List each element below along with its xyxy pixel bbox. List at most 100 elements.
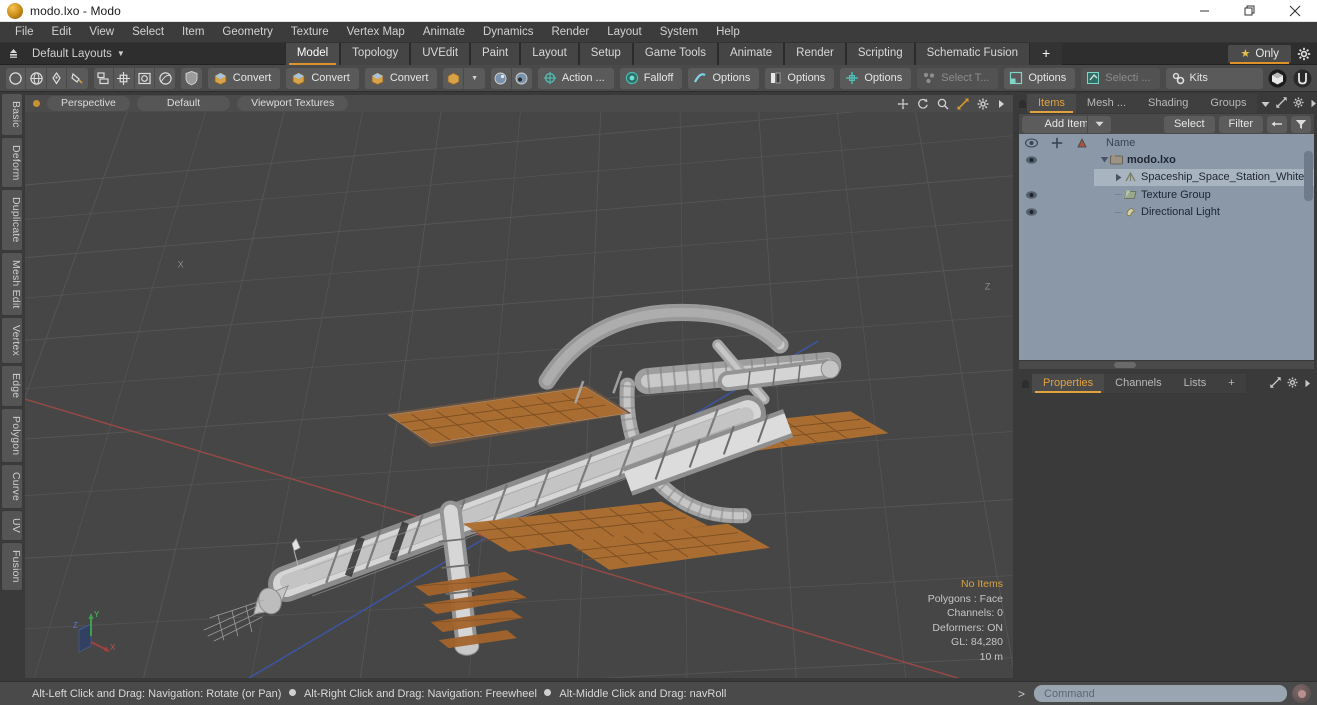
menu-select[interactable]: Select [123,22,173,43]
pan-icon[interactable] [897,98,909,110]
convert-button-2[interactable]: Convert [286,67,359,89]
chevron-down-icon[interactable]: ▼ [464,75,485,82]
tab-mesh[interactable]: Mesh ... [1075,94,1138,113]
selection-set-button[interactable]: Selecti ... [1081,67,1160,89]
menu-layout[interactable]: Layout [598,22,651,43]
panel-collapse-arrow[interactable] [1018,94,1027,113]
vtab-uv[interactable]: UV [2,511,22,541]
items-horizontal-scrollbar[interactable] [1018,361,1315,370]
tab-properties[interactable]: Properties [1032,374,1105,393]
expand-icon[interactable] [1270,375,1281,393]
add-item-button[interactable]: Add Item [1022,115,1111,133]
add-tab-button[interactable]: + [1030,42,1063,65]
chevron-down-icon[interactable] [1261,95,1270,113]
pen-tool-icon[interactable] [47,67,68,89]
funnel-icon[interactable] [1291,115,1311,133]
kits-button[interactable]: Kits [1165,67,1263,89]
menu-geometry[interactable]: Geometry [213,22,282,43]
shield-icon[interactable] [181,68,201,89]
circle-primitive-icon[interactable] [6,67,27,89]
chevron-right-icon[interactable] [1304,375,1311,393]
expand-triangle-icon[interactable] [1112,173,1124,182]
tab-uvedit[interactable]: UVEdit [410,42,471,65]
convert-button-3[interactable]: Convert [364,67,438,89]
chevron-down-icon[interactable] [1087,115,1111,133]
snapping-options-button[interactable]: Options [840,67,912,89]
items-vertical-scrollbar[interactable] [1304,151,1313,201]
tab-lists[interactable]: Lists [1172,374,1218,393]
select-through-button[interactable]: Select T... [917,67,999,89]
export-layout-icon[interactable] [0,43,26,65]
vtab-curve[interactable]: Curve [2,465,22,509]
vtab-basic[interactable]: Basic [2,94,22,135]
expand-triangle-icon[interactable] [1098,155,1110,164]
rotate-icon[interactable] [917,98,929,110]
center-transform-icon[interactable] [114,67,135,89]
tab-setup[interactable]: Setup [578,42,633,65]
eye-icon[interactable] [1019,190,1044,200]
tab-paint[interactable]: Paint [470,42,521,65]
smooth-icon[interactable] [155,68,175,89]
fit-icon[interactable] [957,98,969,110]
list-item[interactable]: modo.lxo [1094,151,1314,169]
panel-collapse-arrow[interactable] [1018,374,1032,393]
menu-file[interactable]: File [6,22,43,43]
list-view-icon[interactable] [1267,115,1287,133]
properties-body[interactable] [1018,393,1315,679]
falloff-button[interactable]: Falloff [619,67,683,89]
tab-topology[interactable]: Topology [340,42,411,65]
menu-vertex-map[interactable]: Vertex Map [338,22,414,43]
gear-icon[interactable] [1293,95,1304,113]
chevron-right-icon[interactable] [997,99,1005,109]
tab-layout[interactable]: Layout [520,42,579,65]
gear-icon[interactable] [1287,375,1298,393]
chevron-down-icon[interactable]: ▼ [117,49,125,58]
snap-sphere-alt-icon[interactable] [512,68,532,89]
menu-item[interactable]: Item [173,22,213,43]
vtab-mesh-edit[interactable]: Mesh Edit [2,252,22,316]
eye-icon[interactable] [1019,155,1044,165]
sphere-primitive-icon[interactable] [26,67,47,89]
menu-edit[interactable]: Edit [43,22,81,43]
tab-game-tools[interactable]: Game Tools [632,42,718,65]
tab-shading[interactable]: Shading [1137,94,1200,113]
vtab-polygon[interactable]: Polygon [2,408,22,463]
menu-system[interactable]: System [651,22,707,43]
snap-sphere-icon[interactable] [491,67,512,89]
vtab-edge[interactable]: Edge [2,366,22,406]
mesh-ops-icon[interactable] [94,67,115,89]
viewport-menu-dot[interactable] [33,100,40,107]
box-dropdown-icon[interactable] [443,67,465,89]
menu-render[interactable]: Render [542,22,598,43]
axis-gizmo[interactable]: Y X Z [69,608,125,664]
symmetry-options-button[interactable]: Options [688,67,760,89]
tab-channels[interactable]: Channels [1104,374,1173,393]
tab-add[interactable]: + [1217,374,1246,393]
list-item[interactable]: Texture Group [1094,186,1314,204]
menu-dynamics[interactable]: Dynamics [474,22,542,43]
viewport-projection-chip[interactable]: Perspective [47,96,130,111]
tab-schematic-fusion[interactable]: Schematic Fusion [914,42,1031,65]
only-toggle[interactable]: ★ Only [1228,44,1291,64]
3d-viewport[interactable]: X Z No Items Polygons: Face Channels: 0… [24,112,1014,679]
menu-animate[interactable]: Animate [414,22,474,43]
modo-cube-icon[interactable] [1266,67,1290,89]
viewport-textures-chip[interactable]: Viewport Textures [237,96,349,111]
bevel-icon[interactable] [135,67,156,89]
tab-groups[interactable]: Groups [1199,94,1258,113]
gear-icon[interactable] [1295,45,1313,63]
menu-help[interactable]: Help [707,22,749,43]
expand-icon[interactable] [1276,95,1288,113]
list-item[interactable]: Directional Light [1094,204,1314,222]
list-item[interactable]: Spaceship_Space_Station_White [1094,168,1314,186]
vtab-duplicate[interactable]: Duplicate [2,190,22,250]
paint-tool-icon[interactable] [67,68,87,89]
tab-render[interactable]: Render [784,42,846,65]
convert-button-1[interactable]: Convert [207,67,281,89]
vtab-fusion[interactable]: Fusion [2,543,22,590]
items-list[interactable]: modo.lxo Spaceship_Space_Station_White T… [1018,151,1315,361]
workplane-options-button[interactable]: Options [765,67,835,89]
close-icon[interactable] [1272,0,1317,22]
command-input[interactable]: Command [1034,685,1287,702]
action-center-button[interactable]: Action ... [537,67,614,89]
